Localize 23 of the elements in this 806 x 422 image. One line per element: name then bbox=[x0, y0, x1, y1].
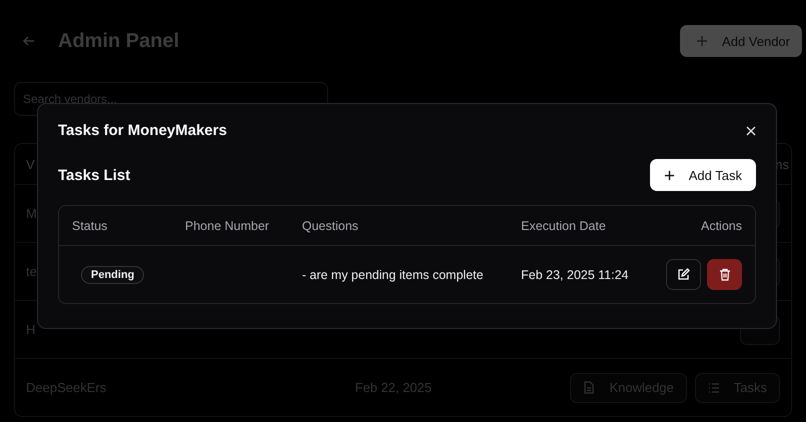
status-badge: Pending bbox=[81, 266, 144, 284]
close-icon[interactable] bbox=[746, 126, 756, 136]
edit-button[interactable] bbox=[666, 259, 701, 290]
edit-icon bbox=[677, 268, 690, 281]
page-title: Admin Panel bbox=[58, 30, 180, 52]
execution-date: Feb 23, 2025 11:24 bbox=[521, 268, 630, 282]
document-icon bbox=[583, 381, 596, 394]
delete-button[interactable] bbox=[707, 259, 742, 290]
column-header: Phone Number bbox=[185, 218, 270, 232]
column-header: Questions bbox=[302, 218, 360, 232]
column-header: V bbox=[26, 156, 35, 172]
column-header: Status bbox=[72, 218, 108, 232]
dialog-title: Tasks for MoneyMakers bbox=[58, 122, 227, 139]
plus-icon bbox=[696, 35, 708, 47]
column-header: Actions bbox=[701, 218, 742, 232]
add-task-button[interactable]: Add Task bbox=[650, 159, 756, 191]
add-vendor-button[interactable]: Add Vendor bbox=[680, 25, 802, 57]
list-icon bbox=[708, 382, 720, 392]
question-text: - are my pending items complete bbox=[302, 268, 484, 282]
plus-icon bbox=[664, 170, 675, 180]
column-header: Execution Date bbox=[521, 218, 607, 232]
list-title: Tasks List bbox=[58, 166, 130, 184]
trash-icon bbox=[718, 268, 730, 281]
